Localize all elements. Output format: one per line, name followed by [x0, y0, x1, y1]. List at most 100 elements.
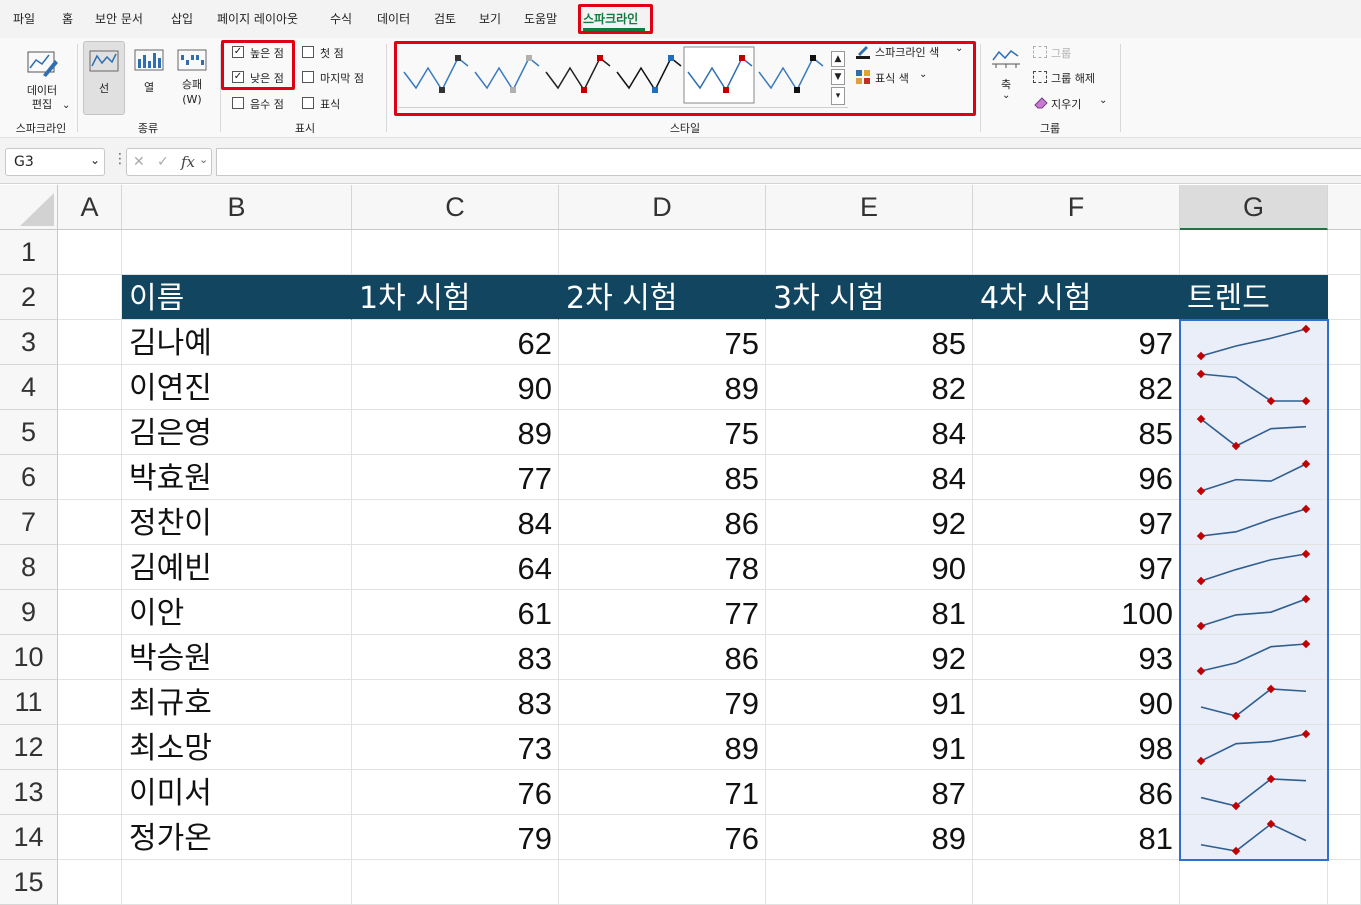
sparkline-cell[interactable]	[1180, 545, 1328, 590]
score-cell[interactable]: 84	[352, 500, 559, 545]
clear-button[interactable]: 지우기 ⌄	[1033, 95, 1113, 113]
row-header-7[interactable]: 7	[0, 500, 58, 545]
row-header-1[interactable]: 1	[0, 230, 58, 275]
row-header-13[interactable]: 13	[0, 770, 58, 815]
axis-button[interactable]: 축 ⌄	[988, 44, 1024, 114]
empty-cell[interactable]	[58, 230, 122, 275]
empty-cell[interactable]	[1180, 230, 1328, 275]
score-cell[interactable]: 82	[766, 365, 973, 410]
row-header-5[interactable]: 5	[0, 410, 58, 455]
score-cell[interactable]: 76	[352, 770, 559, 815]
last-point-checkbox[interactable]: 마지막 점	[302, 70, 377, 86]
score-cell[interactable]: 89	[766, 815, 973, 860]
score-cell[interactable]: 78	[559, 545, 766, 590]
empty-cell[interactable]	[122, 860, 352, 905]
group-button[interactable]: 그룹	[1033, 44, 1093, 62]
tab-file[interactable]: 파일	[13, 10, 35, 27]
score-cell[interactable]: 71	[559, 770, 766, 815]
sparkline-cell[interactable]	[1180, 680, 1328, 725]
sparkline-cell[interactable]	[1180, 500, 1328, 545]
table-header-cell[interactable]: 트렌드	[1180, 275, 1328, 320]
score-cell[interactable]: 85	[559, 455, 766, 500]
row-header-11[interactable]: 11	[0, 680, 58, 725]
sparkline-cell[interactable]	[1180, 635, 1328, 680]
tab-page-layout[interactable]: 페이지 레이아웃	[217, 10, 298, 27]
score-cell[interactable]: 96	[973, 455, 1180, 500]
tab-formulas[interactable]: 수식	[330, 10, 352, 27]
row-header-10[interactable]: 10	[0, 635, 58, 680]
empty-cell[interactable]	[58, 275, 122, 320]
empty-cell[interactable]	[559, 860, 766, 905]
cancel-icon[interactable]: ✕	[133, 154, 145, 170]
type-column-button[interactable]: 열	[129, 41, 169, 115]
tab-help[interactable]: 도움말	[524, 10, 557, 27]
empty-cell[interactable]	[766, 860, 973, 905]
edit-data-button[interactable]: 데이터 편집 ⌄	[12, 44, 72, 120]
empty-cell[interactable]	[559, 230, 766, 275]
score-cell[interactable]: 89	[559, 725, 766, 770]
score-cell[interactable]: 77	[352, 455, 559, 500]
empty-cell[interactable]	[1328, 410, 1361, 455]
sparkline-cell[interactable]	[1180, 365, 1328, 410]
empty-cell[interactable]	[1328, 455, 1361, 500]
empty-cell[interactable]	[122, 230, 352, 275]
name-cell[interactable]: 이미서	[122, 770, 352, 815]
sparkline-cell[interactable]	[1180, 770, 1328, 815]
score-cell[interactable]: 89	[352, 410, 559, 455]
empty-cell[interactable]	[58, 770, 122, 815]
score-cell[interactable]: 62	[352, 320, 559, 365]
tab-insert[interactable]: 삽입	[171, 10, 193, 27]
row-header-9[interactable]: 9	[0, 590, 58, 635]
empty-cell[interactable]	[1328, 590, 1361, 635]
score-cell[interactable]: 81	[766, 590, 973, 635]
empty-cell[interactable]	[1328, 500, 1361, 545]
name-cell[interactable]: 최규호	[122, 680, 352, 725]
score-cell[interactable]: 100	[973, 590, 1180, 635]
empty-cell[interactable]	[1328, 860, 1361, 905]
empty-cell[interactable]	[1328, 725, 1361, 770]
score-cell[interactable]: 79	[559, 680, 766, 725]
empty-cell[interactable]	[973, 860, 1180, 905]
tab-view[interactable]: 보기	[479, 10, 501, 27]
score-cell[interactable]: 93	[973, 635, 1180, 680]
empty-cell[interactable]	[58, 860, 122, 905]
score-cell[interactable]: 75	[559, 410, 766, 455]
score-cell[interactable]: 84	[766, 410, 973, 455]
sparkline-cell[interactable]	[1180, 590, 1328, 635]
score-cell[interactable]: 90	[766, 545, 973, 590]
tab-protected-document[interactable]: 보안 문서	[95, 10, 143, 27]
empty-cell[interactable]	[58, 455, 122, 500]
row-header-15[interactable]: 15	[0, 860, 58, 905]
sparkline-cell[interactable]	[1180, 455, 1328, 500]
score-cell[interactable]: 91	[766, 680, 973, 725]
empty-cell[interactable]	[1328, 770, 1361, 815]
score-cell[interactable]: 92	[766, 500, 973, 545]
empty-cell[interactable]	[58, 725, 122, 770]
score-cell[interactable]: 79	[352, 815, 559, 860]
name-cell[interactable]: 정가온	[122, 815, 352, 860]
sparkline-cell[interactable]	[1180, 320, 1328, 365]
table-header-cell[interactable]: 1차 시험	[352, 275, 559, 320]
negative-points-checkbox[interactable]: 음수 점	[232, 96, 294, 112]
empty-cell[interactable]	[766, 230, 973, 275]
empty-cell[interactable]	[58, 500, 122, 545]
score-cell[interactable]: 87	[766, 770, 973, 815]
score-cell[interactable]: 76	[559, 815, 766, 860]
name-cell[interactable]: 박승원	[122, 635, 352, 680]
empty-cell[interactable]	[58, 635, 122, 680]
first-point-checkbox[interactable]: 첫 점	[302, 45, 362, 61]
score-cell[interactable]: 61	[352, 590, 559, 635]
empty-cell[interactable]	[973, 230, 1180, 275]
empty-cell[interactable]	[1328, 275, 1361, 320]
empty-cell[interactable]	[352, 230, 559, 275]
name-cell[interactable]: 정찬이	[122, 500, 352, 545]
select-all-corner[interactable]	[0, 185, 58, 230]
score-cell[interactable]: 97	[973, 320, 1180, 365]
empty-cell[interactable]	[58, 320, 122, 365]
score-cell[interactable]: 90	[973, 680, 1180, 725]
score-cell[interactable]: 75	[559, 320, 766, 365]
score-cell[interactable]: 91	[766, 725, 973, 770]
table-header-cell[interactable]: 3차 시험	[766, 275, 973, 320]
score-cell[interactable]: 73	[352, 725, 559, 770]
tab-data[interactable]: 데이터	[377, 10, 410, 27]
